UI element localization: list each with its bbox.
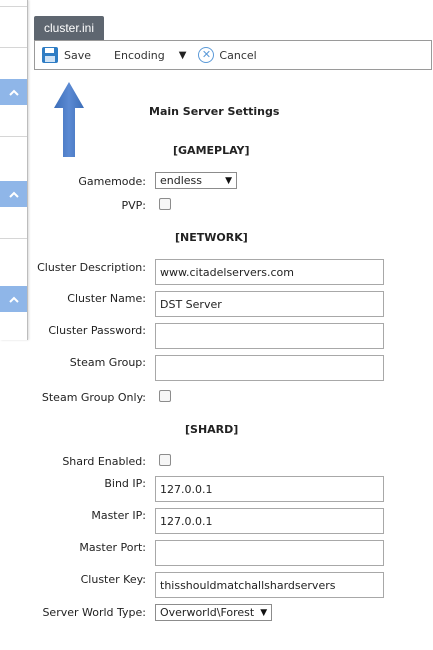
panel-divider — [0, 47, 27, 48]
master-ip-value: 127.0.0.1 — [160, 514, 213, 528]
left-side-panel — [0, 0, 28, 340]
cancel-button[interactable]: ✕ Cancel — [198, 47, 257, 63]
chevron-down-icon: ▼ — [225, 175, 232, 186]
steam-group-only-checkbox[interactable] — [159, 390, 171, 402]
master-ip-field[interactable]: 127.0.0.1 — [155, 508, 384, 534]
master-port-field[interactable] — [155, 540, 384, 566]
chevron-up-icon — [8, 187, 19, 202]
panel-divider — [0, 6, 27, 7]
cluster-name-field[interactable]: DST Server — [155, 291, 384, 317]
shard-enabled-label: Shard Enabled: — [62, 455, 146, 468]
chevron-down-icon: ▼ — [260, 607, 268, 618]
collapse-button[interactable] — [0, 79, 27, 105]
cluster-password-label: Cluster Password: — [48, 324, 146, 337]
collapse-button[interactable] — [0, 286, 27, 312]
cluster-name-value: DST Server — [160, 297, 222, 311]
floppy-disk-icon — [42, 47, 58, 63]
cluster-key-field[interactable]: thisshouldmatchallshardservers — [155, 572, 384, 598]
steam-group-field[interactable] — [155, 355, 384, 381]
editor-toolbar: Save Encoding ▼ ✕ Cancel — [34, 40, 432, 70]
cluster-description-label: Cluster Description: — [37, 261, 146, 274]
cancel-label: Cancel — [219, 48, 257, 62]
cluster-description-field[interactable]: www.citadelservers.com — [155, 259, 384, 285]
save-label: Save — [64, 48, 92, 62]
cancel-circle-icon: ✕ — [198, 47, 215, 63]
tab-cluster-ini[interactable]: cluster.ini — [34, 16, 104, 40]
steam-group-label: Steam Group: — [69, 356, 146, 369]
bind-ip-field[interactable]: 127.0.0.1 — [155, 476, 384, 502]
cluster-name-label: Cluster Name: — [67, 292, 146, 305]
chevron-up-icon — [8, 85, 19, 100]
gamemode-label: Gamemode: — [78, 175, 146, 188]
tab-label: cluster.ini — [43, 21, 95, 35]
cluster-description-value: www.citadelservers.com — [160, 265, 294, 279]
shard-enabled-checkbox[interactable] — [159, 454, 171, 466]
section-heading-network: [NETWORK] — [175, 231, 248, 244]
save-button[interactable]: Save — [42, 47, 91, 63]
server-world-type-value: Overworld\Forest — [160, 606, 255, 619]
master-ip-label: Master IP: — [91, 509, 146, 522]
section-heading-shard: [SHARD] — [185, 423, 239, 436]
panel-divider — [0, 238, 27, 239]
cluster-key-value: thisshouldmatchallshardservers — [160, 578, 336, 592]
section-heading-gameplay: [GAMEPLAY] — [173, 144, 250, 157]
encoding-dropdown[interactable]: Encoding ▼ — [114, 49, 186, 62]
server-world-type-select[interactable]: Overworld\Forest ▼ — [155, 604, 272, 621]
form-title: Main Server Settings — [149, 105, 280, 118]
pvp-checkbox[interactable] — [159, 198, 171, 210]
encoding-label: Encoding — [114, 48, 165, 62]
up-arrow-annotation — [53, 82, 85, 158]
gamemode-value: endless — [160, 174, 203, 187]
pvp-label: PVP: — [121, 199, 147, 212]
panel-divider — [0, 136, 27, 137]
bind-ip-label: Bind IP: — [104, 477, 146, 490]
bind-ip-value: 127.0.0.1 — [160, 482, 213, 496]
master-port-label: Master Port: — [79, 541, 146, 554]
cluster-key-label: Cluster Key: — [80, 573, 146, 586]
server-world-type-label: Server World Type: — [42, 606, 146, 619]
chevron-up-icon — [8, 292, 19, 307]
collapse-button[interactable] — [0, 181, 27, 207]
chevron-down-icon: ▼ — [178, 49, 187, 61]
cluster-password-field[interactable] — [155, 323, 384, 349]
steam-group-only-label: Steam Group Only: — [41, 391, 146, 404]
gamemode-select[interactable]: endless ▼ — [155, 172, 237, 189]
